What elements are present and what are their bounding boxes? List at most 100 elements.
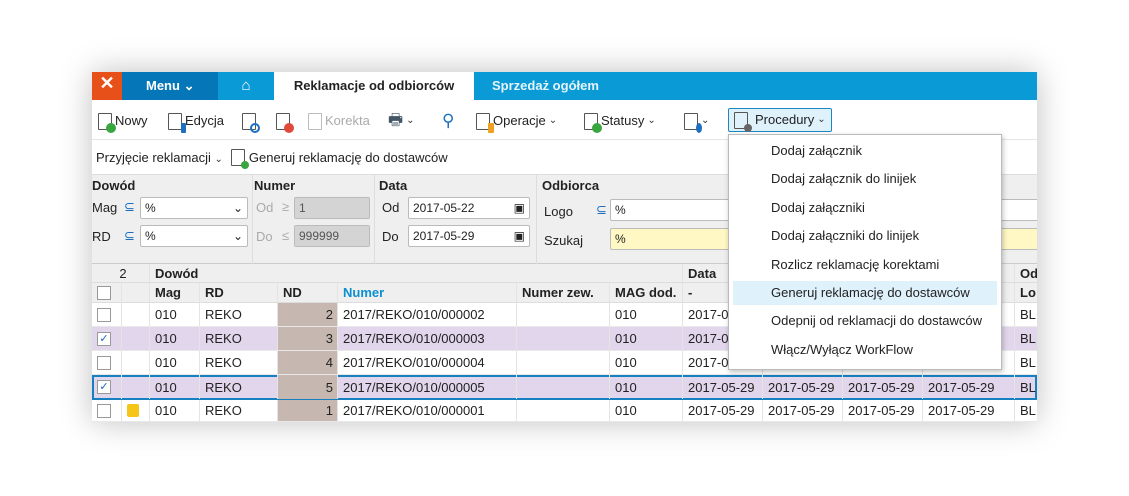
procedures-label: Procedury: [755, 112, 815, 127]
cell-numer: 2017/REKO/010/000002: [338, 303, 517, 326]
numer-do-input[interactable]: 999999: [294, 225, 370, 247]
row-checkbox[interactable]: [92, 400, 122, 421]
row-checkbox[interactable]: [92, 303, 122, 326]
col-lo[interactable]: Lo: [1015, 283, 1037, 302]
cell-mag_dod: 010: [610, 351, 683, 374]
cell-nd: 1: [278, 400, 338, 421]
delete-button[interactable]: [276, 110, 294, 133]
menu-item[interactable]: Włącz/Wyłącz WorkFlow: [733, 338, 997, 362]
less-equal-icon: ⊆: [124, 228, 135, 243]
app-logo-icon[interactable]: ✕: [92, 72, 122, 100]
cell-mag: 010: [150, 375, 200, 399]
row-checkbox[interactable]: ✓: [92, 375, 122, 399]
preview-button[interactable]: [242, 110, 260, 133]
data-do-label: Do: [382, 229, 399, 244]
tab-reklamacje[interactable]: Reklamacje od odbiorców: [274, 72, 474, 100]
mag-select[interactable]: % ⌄: [140, 197, 248, 219]
cell-nd: 2: [278, 303, 338, 326]
edit-doc-icon: [168, 112, 186, 133]
less-equal-icon: ⊆: [596, 202, 607, 217]
menu-item[interactable]: Rozlicz reklamację korektami: [733, 253, 997, 277]
cell-numer_zew: [517, 351, 610, 374]
selected-count: 2: [92, 264, 150, 282]
cell-mag: 010: [150, 303, 200, 326]
col-mag-dod[interactable]: MAG dod.: [610, 283, 683, 302]
cell-numer_zew: [517, 327, 610, 350]
numer-od-input[interactable]: 1: [294, 197, 370, 219]
dowod-group-header: Dowód: [150, 264, 683, 282]
cell-od: BL: [1015, 303, 1037, 326]
receive-complaint-dropdown[interactable]: Przyjęcie reklamacji ⌄: [96, 150, 223, 165]
cell-nd: 4: [278, 351, 338, 374]
menu-label: Menu: [146, 78, 180, 93]
procedures-button[interactable]: Procedury ⌄: [728, 108, 832, 132]
workflow-button[interactable]: ⌄: [684, 110, 709, 133]
correction-button[interactable]: Korekta: [308, 110, 370, 132]
gear-doc-icon: [230, 148, 249, 169]
search-label: Szukaj: [544, 233, 584, 248]
cell-d4: 2017-05-29: [923, 375, 1015, 399]
receive-label: Przyjęcie reklamacji: [96, 149, 211, 165]
menu-item[interactable]: Dodaj załącznik do linijek: [733, 167, 997, 191]
chevron-down-icon: ⌄: [232, 229, 243, 243]
cell-rd: REKO: [200, 351, 278, 374]
new-button[interactable]: Nowy: [98, 110, 148, 133]
table-row[interactable]: 010 REKO 1 2017/REKO/010/000001 010 2017-05-2…: [92, 400, 1037, 422]
correction-doc-icon: [308, 112, 322, 130]
odbiorca-heading: Odbiorca: [542, 178, 600, 193]
tab-sprzedaz[interactable]: Sprzedaż ogółem: [474, 72, 624, 100]
menu-item[interactable]: Generuj reklamację do dostawców: [733, 281, 997, 305]
table-row[interactable]: ✓i010REKO52017/REKO/010/0000050102017-05…: [92, 375, 1037, 400]
cell-rd: REKO: [200, 303, 278, 326]
edit-button[interactable]: Edycja: [168, 110, 225, 133]
menu-item[interactable]: Dodaj załączniki do linijek: [733, 224, 997, 248]
menu-item[interactable]: Odepnij od reklamacji do dostawców: [733, 309, 997, 333]
statuses-label: Statusy: [601, 113, 645, 128]
cell-mag: 010: [150, 351, 200, 374]
col-numer-zew[interactable]: Numer zew.: [517, 283, 610, 302]
col-rd[interactable]: RD: [200, 283, 278, 302]
procedures-menu: Dodaj załącznik Dodaj załącznik do linije…: [728, 134, 1002, 370]
attachment-icon[interactable]: ⚲: [442, 110, 454, 132]
calendar-icon: ▣: [513, 201, 525, 215]
calendar-icon: ▣: [513, 229, 525, 243]
statuses-doc-icon: [584, 112, 602, 133]
row-checkbox[interactable]: [92, 351, 122, 374]
data-do-input[interactable]: 2017-05-29 ▣: [408, 225, 530, 247]
procedures-gear-doc-icon: [734, 111, 752, 132]
row-marker: [122, 327, 150, 350]
cell-mag_dod: 010: [610, 303, 683, 326]
rd-select[interactable]: % ⌄: [140, 225, 248, 247]
cell-d2: 2017-05-29: [763, 400, 843, 421]
col-nd[interactable]: ND: [278, 283, 338, 302]
cell-rd: REKO: [200, 375, 278, 399]
chevron-down-icon: ⌄: [214, 153, 223, 165]
col-mag[interactable]: Mag: [150, 283, 200, 302]
delete-doc-icon: [276, 112, 294, 133]
operations-doc-icon: [476, 112, 494, 133]
chevron-down-icon: ⌄: [817, 114, 826, 125]
statuses-button[interactable]: Statusy ⌄: [584, 110, 656, 133]
cell-numer: 2017/REKO/010/000005: [338, 375, 517, 399]
operations-button[interactable]: Operacje ⌄: [476, 110, 557, 133]
cell-numer: 2017/REKO/010/000004: [338, 351, 517, 374]
rd-label: RD: [92, 229, 111, 244]
workflow-doc-icon: [684, 112, 702, 133]
col-numer[interactable]: Numer: [338, 283, 517, 302]
menu-button[interactable]: Menu ⌄: [122, 72, 218, 100]
numer-heading: Numer: [254, 178, 296, 193]
data-od-input[interactable]: 2017-05-22 ▣: [408, 197, 530, 219]
menu-item[interactable]: Dodaj załącznik: [733, 139, 997, 163]
cell-mag_dod: 010: [610, 375, 683, 399]
row-checkbox[interactable]: ✓: [92, 327, 122, 350]
dowod-heading: Dowód: [92, 178, 136, 193]
row-marker: [122, 303, 150, 326]
app-window: ✕ Menu ⌄ ⌂ Reklamacje od odbiorców Sprze…: [92, 72, 1037, 422]
home-icon[interactable]: ⌂: [218, 72, 274, 100]
cell-rd: REKO: [200, 400, 278, 421]
edit-label: Edycja: [185, 113, 225, 128]
select-all-checkbox[interactable]: [92, 283, 122, 302]
menu-item[interactable]: Dodaj załączniki: [733, 196, 997, 220]
print-button[interactable]: 🖶 ⌄: [388, 110, 415, 132]
generate-button[interactable]: Generuj reklamację do dostawców: [230, 148, 448, 169]
